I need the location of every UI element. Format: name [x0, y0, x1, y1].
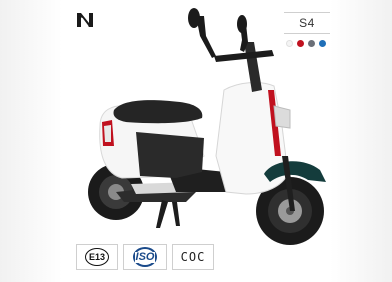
iso-label: ISO — [134, 250, 156, 263]
coc-label: COC — [180, 250, 206, 264]
scooter-image — [88, 8, 326, 245]
product-showcase: S4 E13 ISO COC — [0, 0, 392, 282]
certifications-row: E13 ISO COC — [76, 244, 214, 270]
coc-mark-icon: COC — [172, 244, 214, 270]
left-edge-shade — [0, 0, 62, 282]
e13-mark-icon: E13 — [76, 244, 118, 270]
iso-mark-icon: ISO — [123, 244, 167, 270]
e13-label: E13 — [85, 248, 109, 266]
right-edge-shade — [330, 0, 392, 282]
